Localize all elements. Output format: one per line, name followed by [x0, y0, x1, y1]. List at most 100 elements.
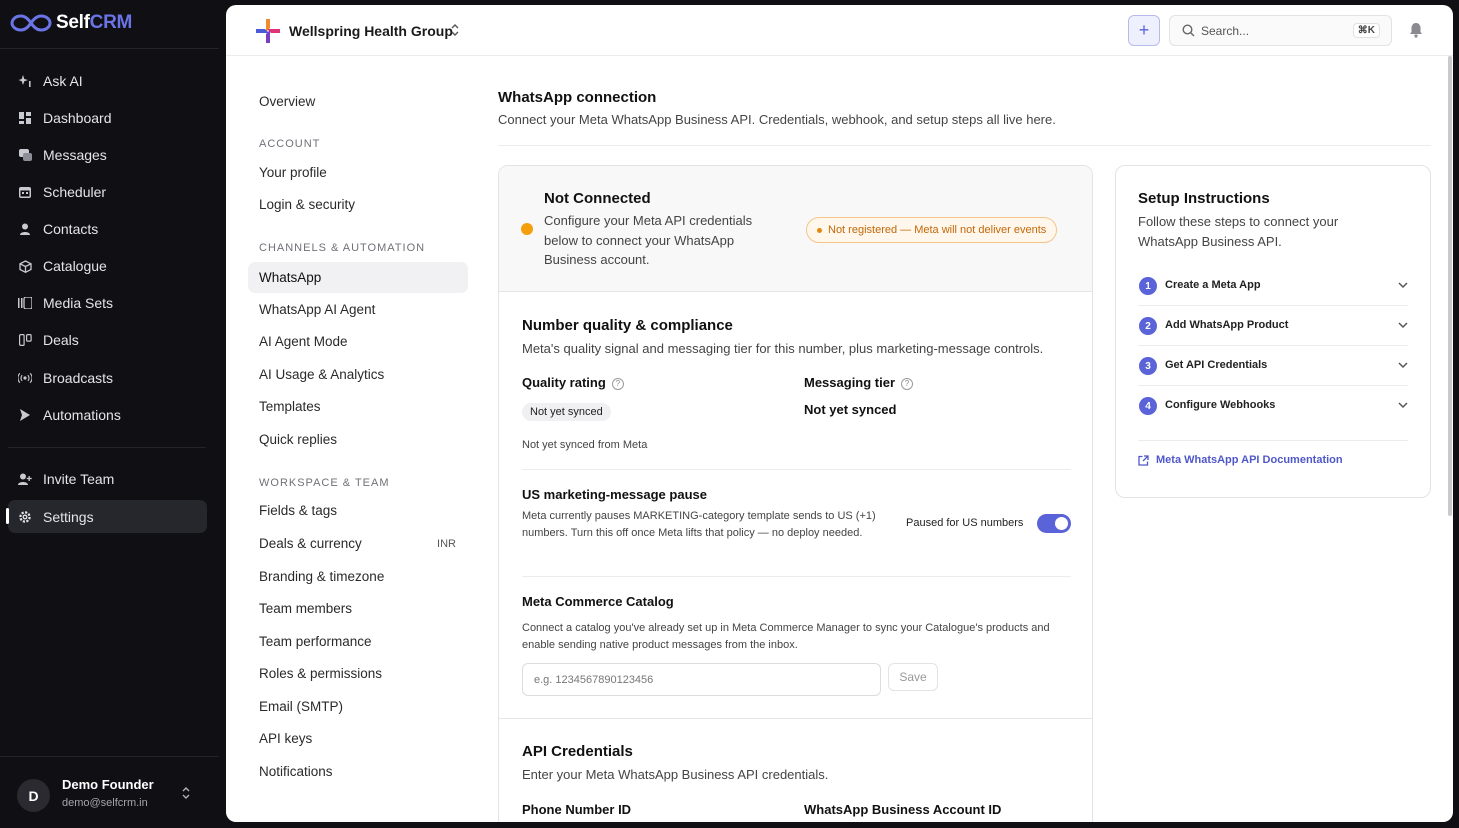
- sidebar-item-ask-ai[interactable]: Ask AI: [8, 65, 207, 97]
- settings-nav-team-members[interactable]: Team members: [248, 593, 468, 624]
- us-pause-description: Meta currently pauses MARKETING-category…: [522, 510, 876, 539]
- settings-nav-templates[interactable]: Templates: [248, 391, 468, 422]
- sidebar-item-broadcasts[interactable]: Broadcasts: [8, 362, 207, 394]
- settings-nav-ai-usage[interactable]: AI Usage & Analytics: [248, 359, 468, 390]
- sidebar-item-invite-team[interactable]: Invite Team: [8, 463, 207, 495]
- divider: [522, 469, 1071, 470]
- chevron-up-down-icon: [181, 786, 191, 805]
- setup-description: Follow these steps to connect your Whats…: [1138, 214, 1339, 249]
- setup-step[interactable]: 4 Configure Webhooks: [1138, 386, 1408, 441]
- search-shortcut: ⌘K: [1352, 23, 1380, 38]
- settings-nav-deals-currency[interactable]: Deals & currency: [248, 528, 468, 559]
- catalog-description: Connect a catalog you've already set up …: [522, 622, 1050, 651]
- media-icon: [18, 296, 32, 310]
- sidebar-item-label: Contacts: [43, 221, 99, 237]
- catalog-title: Meta Commerce Catalog: [522, 594, 674, 609]
- brand-crm: CRM: [89, 12, 133, 33]
- step-label: Add WhatsApp Product: [1165, 319, 1289, 331]
- help-icon[interactable]: ?: [901, 377, 914, 390]
- settings-section-title: ACCOUNT: [259, 138, 321, 150]
- quality-title: Number quality & compliance: [522, 317, 733, 334]
- bell-icon[interactable]: [1409, 22, 1423, 43]
- settings-nav-overview[interactable]: Overview: [248, 86, 468, 117]
- sidebar-item-label: Deals: [43, 332, 79, 348]
- org-logo-icon: [256, 19, 280, 43]
- sidebar-item-dashboard[interactable]: Dashboard: [8, 102, 207, 134]
- search-input[interactable]: Search... ⌘K: [1169, 15, 1392, 46]
- divider: [498, 145, 1431, 146]
- sidebar-item-contacts[interactable]: Contacts: [8, 213, 207, 245]
- sidebar-divider: [8, 447, 206, 448]
- brand-logo[interactable]: Self CRM: [10, 11, 132, 35]
- sidebar-item-label: Media Sets: [43, 295, 114, 311]
- settings-section-title: WORKSPACE & TEAM: [259, 477, 390, 489]
- user-email: demo@selfcrm.in: [62, 797, 148, 809]
- settings-nav-ai-agent-mode[interactable]: AI Agent Mode: [248, 326, 468, 357]
- sidebar-item-deals[interactable]: Deals: [8, 324, 207, 356]
- documentation-link[interactable]: Meta WhatsApp API Documentation: [1138, 454, 1343, 466]
- divider: [499, 718, 1092, 719]
- settings-nav-quick-replies[interactable]: Quick replies: [248, 424, 468, 455]
- sidebar-item-media-sets[interactable]: Media Sets: [8, 287, 207, 319]
- status-badge-text: Not registered — Meta will not deliver e…: [828, 224, 1047, 236]
- save-button[interactable]: Save: [888, 663, 938, 691]
- sidebar-item-catalogue[interactable]: Catalogue: [8, 250, 207, 282]
- quality-section: Number quality & compliance Meta's quali…: [522, 317, 1072, 356]
- api-credentials-subtitle: Enter your Meta WhatsApp Business API cr…: [522, 767, 829, 782]
- settings-nav-whatsapp[interactable]: WhatsApp: [248, 262, 468, 293]
- settings-nav-fields-tags[interactable]: Fields & tags: [248, 495, 468, 526]
- user-name: Demo Founder: [62, 777, 154, 792]
- step-number: 3: [1139, 357, 1157, 375]
- sidebar-item-scheduler[interactable]: Scheduler: [8, 176, 207, 208]
- api-credentials-section: API Credentials Enter your Meta WhatsApp…: [522, 743, 1072, 782]
- settings-nav-your-profile[interactable]: Your profile: [248, 157, 468, 188]
- documentation-link-text: Meta WhatsApp API Documentation: [1156, 454, 1343, 466]
- us-pause-title: US marketing-message pause: [522, 487, 707, 502]
- setup-instructions: Setup Instructions Follow these steps to…: [1115, 165, 1431, 498]
- add-button[interactable]: +: [1128, 15, 1160, 46]
- api-credentials-title: API Credentials: [522, 743, 633, 760]
- scrollbar[interactable]: [1448, 56, 1452, 516]
- messaging-tier-value: Not yet synced: [804, 402, 897, 417]
- currency-badge: INR: [437, 538, 456, 550]
- main-panel: Wellspring Health Group + Search... ⌘K O…: [226, 5, 1453, 822]
- sidebar-item-label: Automations: [43, 407, 121, 423]
- step-number: 2: [1139, 317, 1157, 335]
- messaging-tier-label: Messaging tier?: [804, 375, 914, 390]
- avatar: D: [17, 779, 50, 812]
- user-menu[interactable]: D Demo Founder demo@selfcrm.in: [0, 756, 219, 828]
- settings-nav-branding-timezone[interactable]: Branding & timezone: [248, 561, 468, 592]
- setup-step[interactable]: 2 Add WhatsApp Product: [1138, 306, 1408, 346]
- step-label: Create a Meta App: [1165, 279, 1261, 291]
- settings-nav-login-security[interactable]: Login & security: [248, 189, 468, 220]
- catalog-id-input[interactable]: e.g. 1234567890123456: [522, 663, 881, 696]
- sidebar-item-messages[interactable]: Messages: [8, 139, 207, 171]
- chevron-up-down-icon[interactable]: [450, 23, 460, 42]
- settings-nav-whatsapp-ai-agent[interactable]: WhatsApp AI Agent: [248, 294, 468, 325]
- badge-dot: [817, 227, 822, 233]
- sidebar-item-label: Scheduler: [43, 184, 107, 200]
- settings-nav-team-performance[interactable]: Team performance: [248, 626, 468, 657]
- chevron-down-icon: [1398, 276, 1408, 294]
- settings-nav-email-smtp[interactable]: Email (SMTP): [248, 691, 468, 722]
- sidebar: Self CRM Ask AI Dashboard Messages Schedu…: [0, 0, 219, 828]
- user-icon: [18, 222, 32, 236]
- sidebar-item-automations[interactable]: Automations: [8, 399, 207, 431]
- setup-step[interactable]: 1 Create a Meta App: [1138, 266, 1408, 306]
- us-pause-toggle[interactable]: [1037, 514, 1071, 533]
- sidebar-item-label: Messages: [43, 147, 107, 163]
- broadcast-icon: [18, 371, 32, 385]
- sparkle-icon: [18, 74, 32, 88]
- help-icon[interactable]: ?: [611, 377, 624, 390]
- waba-id-label: WhatsApp Business Account ID: [804, 802, 1002, 817]
- setup-step[interactable]: 3 Get API Credentials: [1138, 346, 1408, 386]
- automation-icon: [18, 408, 32, 422]
- org-name[interactable]: Wellspring Health Group: [289, 23, 453, 39]
- step-number: 1: [1139, 277, 1157, 295]
- box-icon: [18, 259, 32, 273]
- status-badge: Not registered — Meta will not deliver e…: [806, 217, 1058, 243]
- settings-nav-notifications[interactable]: Notifications: [248, 756, 468, 787]
- settings-nav-api-keys[interactable]: API keys: [248, 723, 468, 754]
- sidebar-item-settings[interactable]: Settings: [6, 500, 207, 533]
- settings-nav-roles-permissions[interactable]: Roles & permissions: [248, 658, 468, 689]
